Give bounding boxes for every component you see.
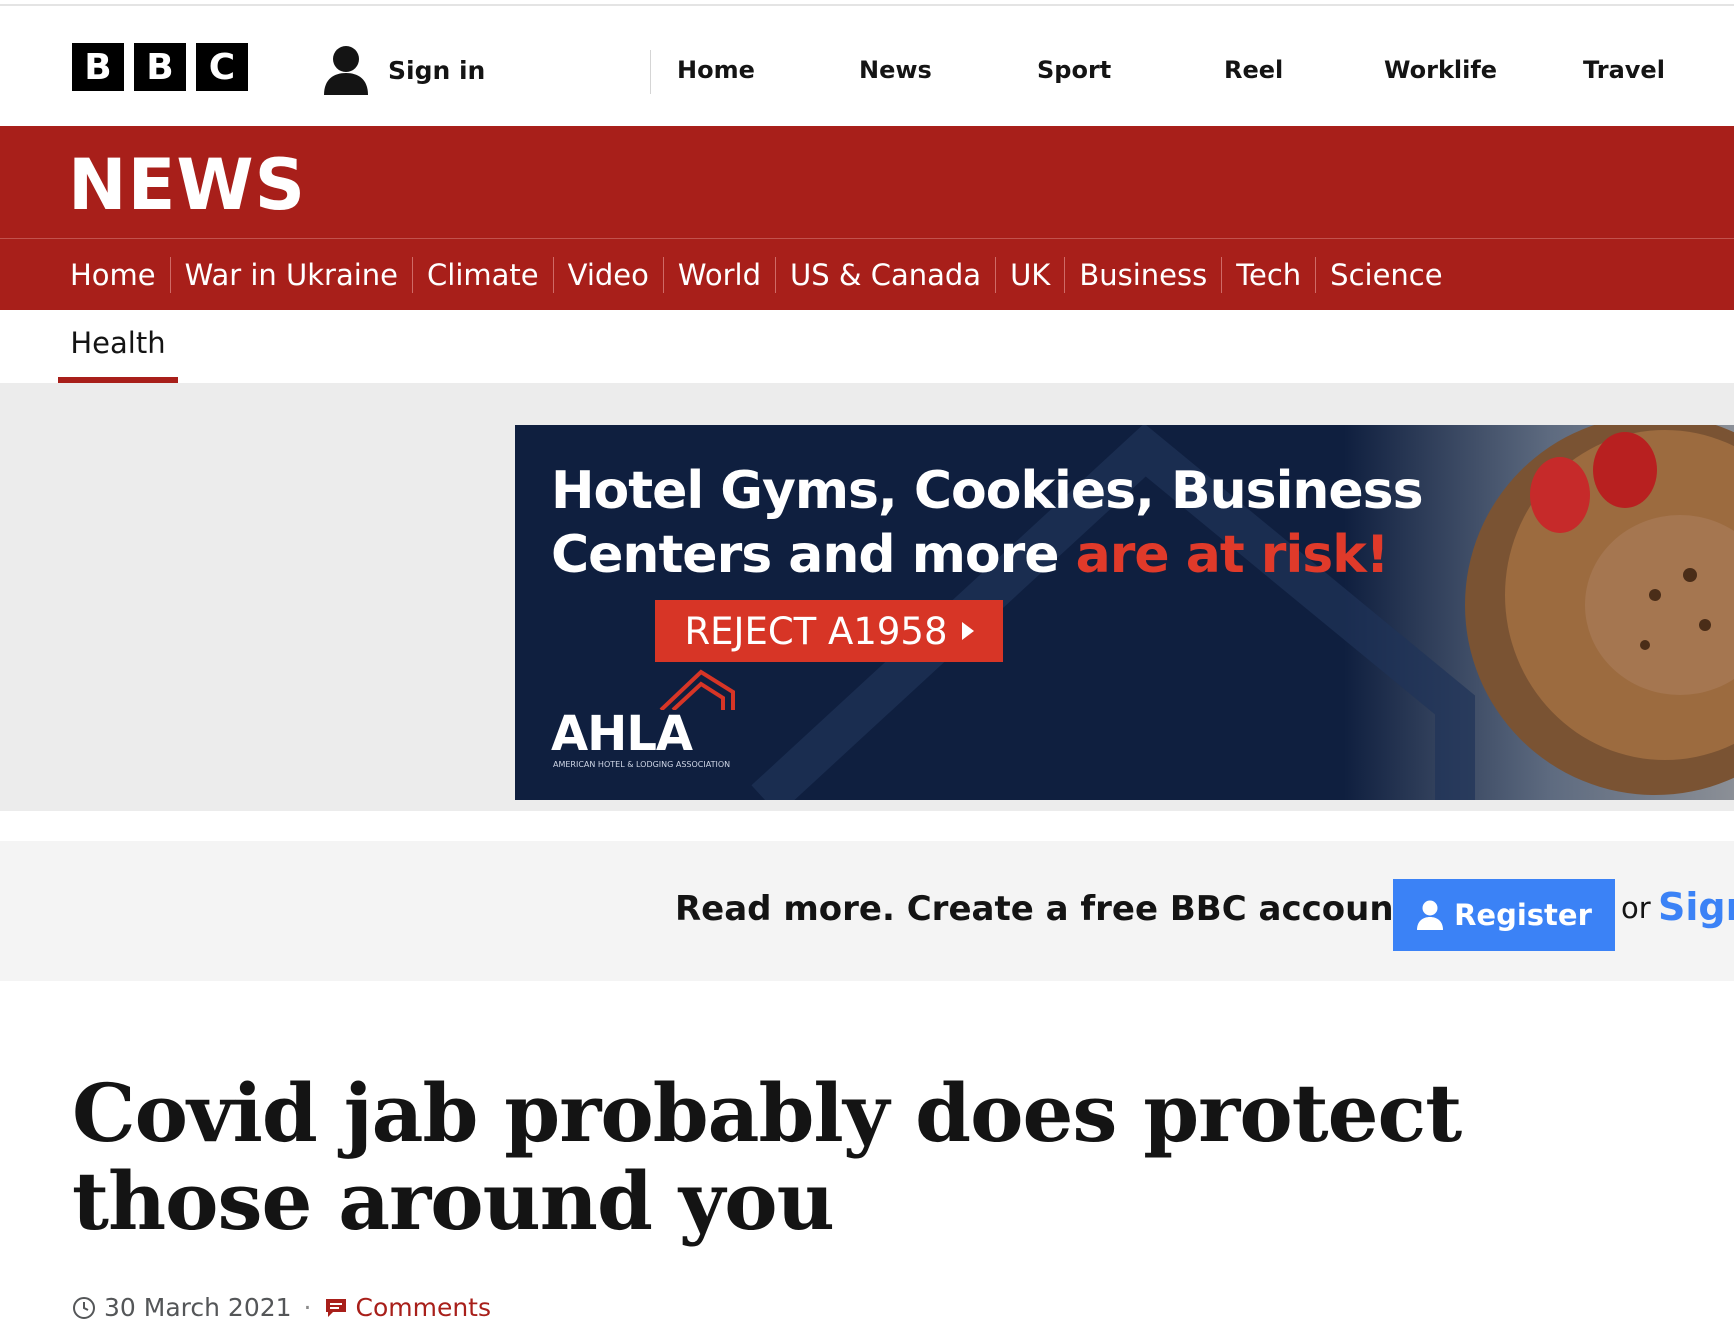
ahla-logo: AHLA AMERICAN HOTEL & LODGING ASSOCIATIO…: [551, 669, 751, 770]
global-nav-worklife[interactable]: Worklife: [1384, 56, 1497, 84]
news-brand-bar: NEWS: [0, 126, 1734, 239]
sub-nav-health[interactable]: Health: [58, 310, 178, 383]
ad-headline: Hotel Gyms, Cookies, Business Centers an…: [551, 459, 1424, 587]
ad-headline-line2: Centers and more are at risk!: [551, 523, 1423, 587]
news-nav-world[interactable]: World: [662, 256, 775, 293]
news-section-nav: Home War in Ukraine Climate Video World …: [0, 239, 1734, 310]
register-signin-link[interactable]: Sign in: [1658, 885, 1734, 929]
comments-link[interactable]: Comments: [356, 1293, 492, 1322]
news-nav-business[interactable]: Business: [1064, 256, 1221, 293]
clock-icon: [73, 1296, 95, 1319]
bbc-logo-letter: C: [196, 43, 248, 91]
ad-headline-line2-red: are at risk!: [1075, 525, 1390, 585]
news-nav-science[interactable]: Science: [1315, 256, 1456, 293]
news-wordmark[interactable]: NEWS: [68, 144, 306, 226]
global-header: B B C Sign in Home News Sport Reel Workl…: [0, 6, 1734, 126]
news-nav-us-canada[interactable]: US & Canada: [775, 256, 995, 293]
global-nav-reel[interactable]: Reel: [1224, 56, 1283, 84]
register-button[interactable]: Register: [1393, 879, 1615, 951]
article-meta: 30 March 2021 · Comments: [72, 1293, 491, 1322]
article-headline: Covid jab probably does protect those ar…: [72, 1066, 1462, 1248]
news-nav-tech[interactable]: Tech: [1221, 256, 1315, 293]
ad-headline-line1: Hotel Gyms, Cookies, Business: [551, 461, 1424, 521]
meta-separator: ·: [303, 1293, 312, 1322]
sub-nav-health-label: Health: [70, 326, 166, 360]
signin-label: Sign in: [388, 55, 486, 85]
news-nav-war-in-ukraine[interactable]: War in Ukraine: [169, 256, 412, 293]
register-banner: Read more. Create a free BBC account. Re…: [0, 841, 1734, 981]
register-or-text: or: [1621, 891, 1651, 925]
ahla-logo-text: AHLA: [551, 706, 693, 762]
news-nav-home[interactable]: Home: [58, 257, 170, 293]
comment-icon: [325, 1298, 346, 1317]
ahla-logo-mark: [659, 669, 735, 710]
register-button-label: Register: [1454, 898, 1592, 932]
user-icon: [324, 46, 368, 95]
bbc-logo[interactable]: B B C: [72, 43, 248, 91]
signin-link[interactable]: Sign in: [322, 44, 485, 96]
ad-banner[interactable]: Hotel Gyms, Cookies, Business Centers an…: [515, 425, 1734, 800]
spacer: [0, 811, 1734, 841]
play-arrow-icon: [961, 622, 974, 640]
global-nav-home[interactable]: Home: [677, 56, 755, 84]
ahla-logo-subtext: AMERICAN HOTEL & LODGING ASSOCIATION: [553, 760, 731, 769]
register-prompt: Read more. Create a free BBC account.: [675, 889, 1423, 929]
global-nav: Home News Sport Reel Worklife Travel: [650, 50, 1665, 94]
global-nav-news[interactable]: News: [859, 56, 932, 84]
sub-nav: Health: [0, 310, 1734, 383]
article: Covid jab probably does protect those ar…: [0, 981, 1734, 1322]
ad-area: Hotel Gyms, Cookies, Business Centers an…: [0, 383, 1734, 811]
ad-headline-line2-white: Centers and more: [551, 525, 1076, 585]
bbc-logo-letter: B: [72, 43, 124, 91]
news-nav-uk[interactable]: UK: [995, 256, 1064, 293]
ad-cta-label: REJECT A1958: [684, 609, 948, 653]
article-date: 30 March 2021: [104, 1293, 292, 1322]
bbc-logo-letter: B: [134, 43, 186, 91]
news-nav-climate[interactable]: Climate: [412, 256, 553, 293]
global-nav-sport[interactable]: Sport: [1037, 56, 1111, 84]
news-nav-video[interactable]: Video: [552, 256, 663, 293]
global-nav-travel[interactable]: Travel: [1583, 56, 1665, 84]
user-icon: [1417, 900, 1444, 930]
